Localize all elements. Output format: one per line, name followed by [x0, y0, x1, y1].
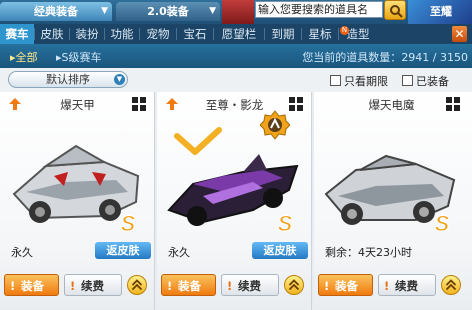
category-bar: 赛车 皮肤 装扮 功能 宠物 宝石 愿望栏 到期 星标 造型	[0, 24, 472, 44]
card-actions: ! 装备 ! 续费	[314, 272, 469, 300]
exclamation-icon: !	[70, 279, 76, 293]
item-duration: 剩余：4天23小时	[325, 246, 412, 259]
tab-expiring[interactable]: 到期	[265, 24, 301, 44]
renew-label: 续费	[81, 279, 104, 293]
item-duration: 永久	[168, 246, 190, 259]
tab-pets[interactable]: 宠物	[140, 24, 176, 44]
svg-text:S: S	[278, 212, 293, 234]
card-actions: ! 装备 ! 续费	[157, 272, 312, 300]
tab-outfits[interactable]: 装扮	[70, 24, 104, 44]
grid-view-icon[interactable]	[446, 97, 460, 111]
medal-icon	[260, 110, 290, 140]
exclamation-icon: !	[384, 279, 390, 293]
chevron-down-icon: ▼	[101, 6, 108, 16]
renew-label: 续费	[238, 279, 261, 293]
skin-return-badge[interactable]: 返皮肤	[95, 242, 151, 259]
equip-label: 装备	[178, 279, 201, 293]
tab-gems[interactable]: 宝石	[177, 24, 213, 44]
equipped-check-icon	[174, 127, 222, 155]
filter-all-label: 全部	[15, 51, 38, 64]
renew-button[interactable]: ! 续费	[378, 274, 436, 296]
chevron-down-icon: ▼	[209, 6, 216, 16]
equip-button[interactable]: ! 装备	[161, 274, 216, 296]
grid-view-icon[interactable]	[289, 97, 303, 111]
filter-s-class[interactable]: ▸S级赛车	[56, 49, 102, 65]
equip-label: 装备	[21, 279, 44, 293]
expiring-only-checkbox[interactable]: 只看期限	[330, 73, 388, 89]
exclamation-icon: !	[167, 279, 173, 293]
svg-text:S: S	[435, 212, 450, 234]
item-count-value: 2941 / 3150	[401, 51, 468, 64]
equip-button[interactable]: ! 装备	[4, 274, 59, 296]
sort-value: 默认排序	[46, 73, 90, 86]
item-card[interactable]: 至尊・影龙 S 永久 返皮肤 ! 装备 ! 续费	[157, 92, 312, 310]
chevron-down-icon: ▼	[114, 74, 125, 85]
exclamation-icon: !	[227, 279, 233, 293]
checkbox-box	[330, 75, 341, 86]
item-card[interactable]: 爆天电魔 S 剩余：4天23小时 ! 装备 ! 续费	[314, 92, 472, 310]
card-actions: ! 装备 ! 续费	[0, 272, 155, 300]
tab-functions[interactable]: 功能	[105, 24, 139, 44]
tab-starred[interactable]: 星标	[302, 24, 338, 44]
tab-classic-label: 经典装备	[34, 5, 78, 18]
promo-banner[interactable]: 至耀	[408, 0, 472, 24]
new-badge: N	[340, 26, 349, 35]
top-bar: 经典装备 ▼ 2.0装备 ▼ 输入您要搜索的道具名 至耀	[0, 0, 472, 24]
tab-wishlist[interactable]: 愿望栏	[214, 24, 264, 44]
skin-return-badge[interactable]: 返皮肤	[252, 242, 308, 259]
item-duration: 永久	[11, 246, 33, 259]
tab-classic-equipment[interactable]: 经典装备 ▼	[0, 2, 112, 21]
checkbox-box	[402, 75, 413, 86]
renew-label: 续费	[395, 279, 418, 293]
decorative-banner-fragment	[222, 0, 254, 24]
svg-text:S: S	[121, 212, 136, 234]
search-icon	[390, 5, 403, 18]
tab-skins[interactable]: 皮肤	[35, 24, 69, 44]
promo-banner-text: 至耀	[430, 5, 452, 18]
double-chevron-up-icon[interactable]	[441, 275, 461, 295]
item-card[interactable]: 爆天甲 S 永久 返皮肤 ! 装备 ! 续费	[0, 92, 155, 310]
sort-dropdown[interactable]: 默认排序 ▼	[8, 71, 128, 88]
sort-filter-row: 默认排序 ▼ 只看期限 已装备	[0, 68, 472, 92]
item-count: 您当前的道具数量：2941 / 3150	[302, 49, 468, 65]
search-input[interactable]: 输入您要搜索的道具名	[255, 1, 383, 18]
tab-racing-cars[interactable]: 赛车	[0, 24, 34, 44]
equip-button[interactable]: ! 装备	[318, 274, 373, 296]
item-count-label: 您当前的道具数量：	[302, 51, 402, 64]
exclamation-icon: !	[324, 279, 330, 293]
double-chevron-up-icon[interactable]	[284, 275, 304, 295]
renew-button[interactable]: ! 续费	[64, 274, 122, 296]
close-icon[interactable]: ✕	[452, 26, 467, 42]
search-button[interactable]	[384, 0, 406, 20]
grid-view-icon[interactable]	[132, 97, 146, 111]
exclamation-icon: !	[10, 279, 16, 293]
sub-navigation: ▸全部 ▸S级赛车 您当前的道具数量：2941 / 3150	[0, 44, 472, 68]
filter-s-class-label: S级赛车	[61, 51, 102, 64]
expiring-only-label: 只看期限	[344, 75, 388, 88]
double-chevron-up-icon[interactable]	[127, 275, 147, 295]
s-rank-icon: S	[434, 212, 450, 234]
renew-button[interactable]: ! 续费	[221, 274, 279, 296]
tab-2-0-equipment[interactable]: 2.0装备 ▼	[116, 2, 220, 21]
equipped-checkbox[interactable]: 已装备	[402, 73, 449, 89]
tab-2-0-label: 2.0装备	[147, 5, 189, 18]
s-rank-icon: S	[120, 212, 136, 234]
equip-label: 装备	[335, 279, 358, 293]
filter-all[interactable]: ▸全部	[10, 49, 38, 65]
equipped-label: 已装备	[416, 75, 449, 88]
s-rank-icon: S	[277, 212, 293, 234]
